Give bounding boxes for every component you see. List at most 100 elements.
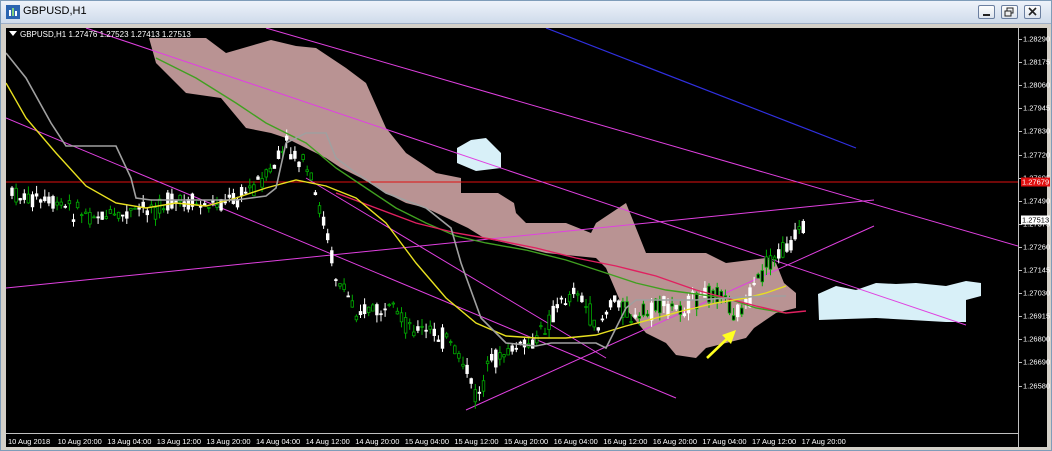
candle-body — [80, 214, 84, 217]
candle-body — [674, 304, 678, 310]
candle-body — [477, 391, 482, 394]
window-titlebar[interactable]: GBPUSD,H1 — [1, 1, 1051, 24]
candle-body — [330, 250, 334, 264]
chart-canvas[interactable] — [6, 28, 1018, 433]
candle-body — [535, 335, 539, 344]
price-label: 1.26580 — [1023, 381, 1051, 390]
candle-body — [555, 304, 559, 309]
price-label: 1.27945 — [1023, 103, 1051, 113]
candle-body — [444, 333, 449, 338]
candle-body — [772, 256, 777, 260]
price-tick — [1019, 293, 1022, 295]
minimize-button[interactable] — [978, 5, 995, 19]
chart-window: GBPUSD,H1 GBPUSD,H1 1.27476 1.27523 1.27… — [0, 0, 1052, 451]
candle-body — [84, 211, 88, 214]
candle-body — [211, 200, 215, 203]
restore-button[interactable] — [1001, 5, 1018, 19]
candle-body — [768, 255, 773, 270]
candle-body — [47, 196, 51, 204]
marked-level-tag: 1.27679 — [1021, 177, 1051, 187]
price-tick — [1019, 385, 1022, 387]
candle-body — [297, 161, 301, 168]
candle-body — [617, 300, 621, 308]
candle-body — [391, 302, 395, 305]
candle-body — [658, 299, 662, 314]
candle-body — [375, 304, 379, 316]
time-label: 10 Aug 20:00 — [57, 437, 102, 446]
candle-body — [239, 187, 244, 196]
candle-body — [272, 164, 277, 169]
candle-body — [580, 295, 584, 303]
price-label: 1.27145 — [1023, 265, 1051, 275]
current-price-tag: 1.27513 — [1021, 215, 1051, 225]
trend-line-blue[interactable] — [545, 28, 857, 149]
time-label: 13 Aug 20:00 — [206, 437, 251, 446]
candle-body — [161, 208, 166, 211]
candle-body — [420, 325, 424, 328]
candle-body — [559, 297, 564, 300]
time-label: 13 Aug 04:00 — [107, 437, 152, 446]
candle-body — [600, 318, 605, 321]
price-tick — [1019, 108, 1022, 110]
candle-body — [39, 199, 43, 203]
price-label: 1.27030 — [1023, 288, 1051, 298]
price-tick — [1019, 246, 1022, 248]
candle-body — [576, 293, 580, 296]
candle-body — [59, 201, 63, 206]
candle-body — [248, 185, 252, 189]
minimize-icon — [983, 14, 990, 16]
candle-body — [453, 345, 457, 355]
candle-body — [334, 279, 338, 282]
candle-body — [96, 216, 100, 219]
candle-body — [350, 300, 354, 308]
candle-body — [494, 349, 498, 368]
time-label: 15 Aug 04:00 — [404, 437, 450, 446]
time-axis[interactable]: 10 Aug 2018 10 Aug 20:00 13 Aug 04:00 13 Au… — [6, 433, 1018, 448]
candle-body — [387, 304, 391, 306]
candle-body — [202, 203, 207, 206]
candle-body — [613, 295, 617, 302]
candle-body — [465, 364, 469, 374]
candle-body — [371, 304, 375, 312]
candle-body — [10, 187, 14, 196]
candle-body — [358, 311, 363, 316]
candle-body — [801, 220, 805, 234]
time-label: 15 Aug 20:00 — [504, 437, 549, 446]
candle-body — [678, 305, 682, 315]
candle-body — [440, 327, 445, 349]
candle-body — [412, 331, 416, 337]
legend-dropdown-icon[interactable] — [9, 31, 17, 36]
ichimoku-cloud-bullish-future — [818, 281, 981, 322]
close-button[interactable] — [1024, 5, 1041, 19]
candle-body — [276, 150, 281, 159]
price-axis[interactable]: 1.28290 1.28175 1.28060 1.27945 1.27830 1.277… — [1018, 28, 1051, 447]
candle-body — [207, 206, 211, 209]
candle-body — [34, 193, 39, 197]
candle-body — [682, 313, 687, 317]
candle-body — [133, 207, 137, 210]
candle-body — [481, 380, 486, 392]
candle-body — [654, 298, 658, 311]
time-label: 10 Aug 2018 — [8, 437, 51, 446]
candle-body — [264, 169, 268, 178]
time-label: 13 Aug 12:00 — [156, 437, 202, 446]
candle-body — [539, 325, 543, 328]
candle-body — [502, 354, 506, 358]
chart-legend: GBPUSD,H1 1.27476 1.27523 1.27413 1.2751… — [9, 30, 191, 39]
time-label: 14 Aug 20:00 — [355, 437, 400, 446]
candle-body — [461, 363, 465, 367]
candle-body — [448, 341, 453, 344]
candle-body — [321, 216, 326, 226]
candle-body — [293, 150, 297, 159]
candle-body — [641, 303, 646, 316]
price-chart[interactable]: GBPUSD,H1 1.27476 1.27523 1.27413 1.2751… — [6, 28, 1051, 448]
candle-body — [686, 295, 691, 314]
candle-body — [752, 283, 756, 285]
price-tick — [1019, 339, 1022, 341]
candle-body — [116, 211, 121, 219]
candle-body — [764, 256, 769, 268]
candle-body — [666, 303, 670, 316]
candle-body — [567, 294, 572, 303]
restore-icon — [1004, 7, 1014, 17]
candle-body — [55, 201, 59, 206]
